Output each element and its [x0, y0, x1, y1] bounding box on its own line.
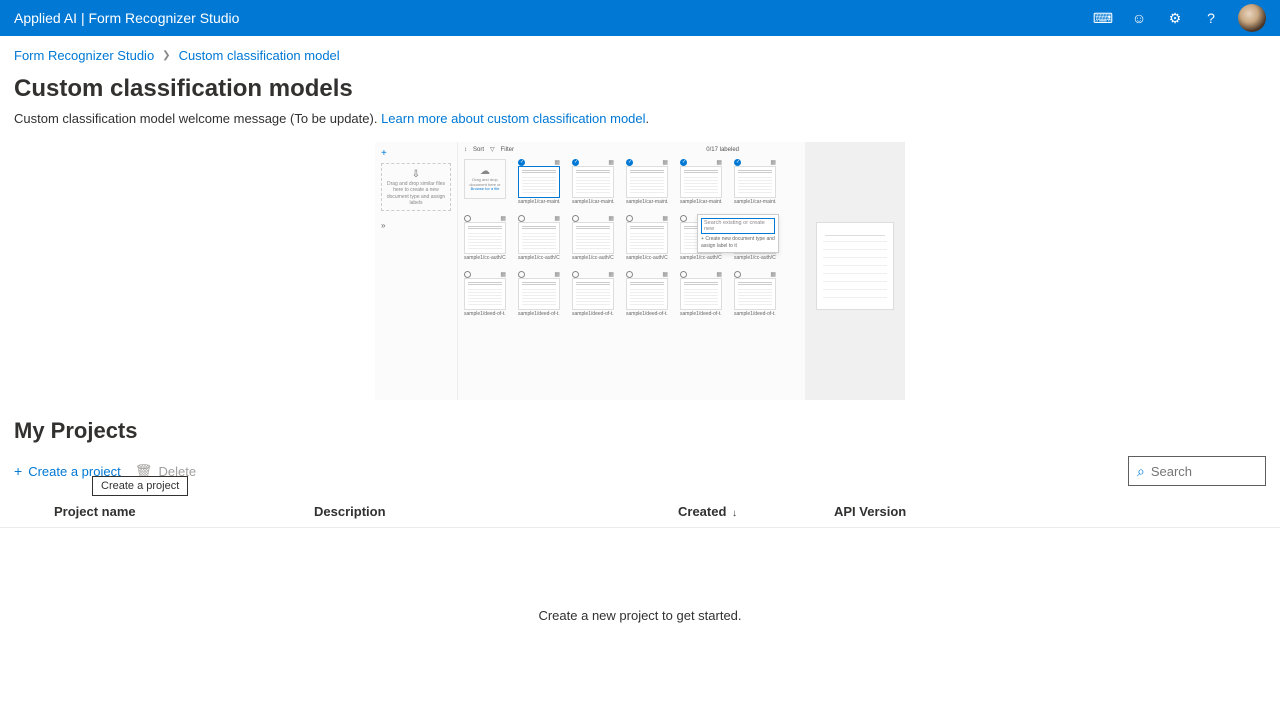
doc-thumb: ▦ sample1/deed-of-t...	[734, 271, 776, 317]
breadcrumb: Form Recognizer Studio ❯ Custom classifi…	[0, 36, 1280, 71]
document-preview	[816, 222, 894, 310]
search-input[interactable]	[1151, 464, 1257, 479]
expand-icon: »	[381, 221, 385, 230]
doc-thumb: ▦ sample1/cc-auth/C...	[572, 215, 614, 261]
desc-text: Custom classification model welcome mess…	[14, 111, 381, 126]
doc-thumb: ▦ sample1/car-maint...	[680, 159, 722, 205]
plus-icon: +	[381, 148, 387, 159]
plus-icon: +	[14, 463, 22, 479]
chevron-right-icon: ❯	[162, 50, 170, 61]
app-header: Applied AI | Form Recognizer Studio ⌨ ☺ …	[0, 0, 1280, 36]
header-actions: ⌨ ☺ ⚙ ?	[1094, 4, 1266, 32]
doc-thumb: ▦ sample1/car-maint...	[626, 159, 668, 205]
app-title: Applied AI | Form Recognizer Studio	[14, 10, 239, 26]
help-icon[interactable]: ?	[1202, 9, 1220, 27]
projects-title: My Projects	[0, 412, 1280, 452]
projects-table-header: Project name Description Created ↓ API V…	[0, 496, 1280, 528]
breadcrumb-root[interactable]: Form Recognizer Studio	[14, 48, 154, 63]
col-project-name[interactable]: Project name	[14, 504, 314, 519]
doc-thumb: ▦ sample1/cc-auth/C...	[626, 215, 668, 261]
projects-actions: + Create a project 🗑 Delete Create a pro…	[0, 452, 1280, 496]
doc-thumb: ▦ sample1/cc-auth/C...	[518, 215, 560, 261]
feedback-icon[interactable]: ☺	[1130, 9, 1148, 27]
keyboard-icon[interactable]: ⌨	[1094, 9, 1112, 27]
learn-more-link[interactable]: Learn more about custom classification m…	[381, 111, 645, 126]
col-description[interactable]: Description	[314, 504, 678, 519]
doc-thumb: ▦ sample1/cc-auth/C...	[464, 215, 506, 261]
download-icon: ⇩	[412, 168, 420, 181]
col-api-version[interactable]: API Version	[834, 504, 1266, 519]
page-description: Custom classification model welcome mess…	[0, 111, 1280, 138]
page-title: Custom classification models	[0, 71, 1280, 111]
doc-thumb: ▦ sample1/deed-of-t...	[626, 271, 668, 317]
col-created[interactable]: Created ↓	[678, 504, 834, 519]
settings-icon[interactable]: ⚙	[1166, 9, 1184, 27]
doc-thumb: ▦ sample1/car-maint...	[734, 159, 776, 205]
sort-desc-icon: ↓	[732, 508, 737, 519]
hero-toolbar: ↕Sort ▽Filter 0/17 labeled	[464, 146, 799, 153]
doc-thumb: ▦ sample1/deed-of-t...	[572, 271, 614, 317]
doc-thumb: ▦ sample1/car-maint...	[572, 159, 614, 205]
doc-thumb: ▦ sample1/car-maint...	[518, 159, 560, 205]
avatar[interactable]	[1238, 4, 1266, 32]
hero-illustration: + ⇩ Drag and drop similar files here to …	[0, 138, 1280, 412]
label-popup: Search existing or create new + Create n…	[697, 214, 779, 253]
doc-thumb: ▦ sample1/deed-of-t...	[680, 271, 722, 317]
create-tooltip: Create a project	[92, 476, 188, 496]
drop-zone: ⇩ Drag and drop similar files here to cr…	[381, 163, 451, 211]
search-box[interactable]: ⌕	[1128, 456, 1266, 486]
empty-state: Create a new project to get started.	[0, 528, 1280, 703]
search-icon: ⌕	[1137, 463, 1145, 480]
breadcrumb-current[interactable]: Custom classification model	[179, 48, 340, 63]
doc-thumb: ▦ sample1/deed-of-t...	[464, 271, 506, 317]
doc-thumb: ▦ sample1/deed-of-t...	[518, 271, 560, 317]
